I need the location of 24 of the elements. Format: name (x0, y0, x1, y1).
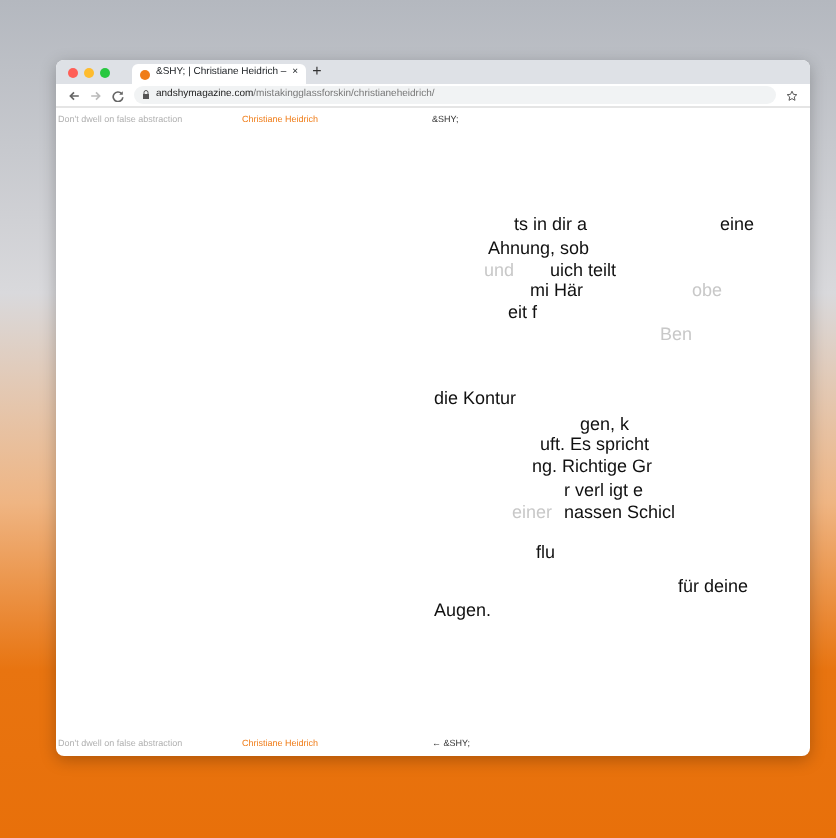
bookmark-star-icon[interactable] (786, 89, 798, 101)
text-fragment: ng. Richtige Gr (532, 458, 653, 477)
favicon-icon (140, 69, 150, 79)
text-fragment: Ahnung, sob (488, 240, 590, 259)
back-icon[interactable] (68, 89, 80, 101)
text-fragment: die Kontur (434, 390, 517, 409)
close-window-icon[interactable] (68, 67, 78, 77)
text-fragment: für deine (678, 578, 749, 597)
text-fragment: Augen. (434, 602, 492, 621)
text-fragment: mi Här (530, 282, 583, 301)
new-tab-button[interactable]: + (312, 64, 322, 80)
text-fragment: ts in dir a (514, 216, 588, 235)
text-fragment: flu (536, 544, 556, 563)
text-fragment: r verl igt e (564, 482, 644, 501)
text-fragment: uft. Es spricht (540, 436, 650, 455)
text-fragment: gen, k (580, 416, 630, 435)
text-fragment: uich teilt (550, 262, 617, 281)
maximize-icon[interactable] (100, 67, 110, 77)
text-fragment: eit f (508, 304, 538, 323)
forward-icon[interactable] (90, 89, 102, 101)
reload-icon[interactable] (112, 89, 124, 101)
minimize-icon[interactable] (84, 67, 94, 77)
text-fragment: eine (720, 216, 755, 235)
text-fragment: nassen Schicl (564, 504, 676, 523)
